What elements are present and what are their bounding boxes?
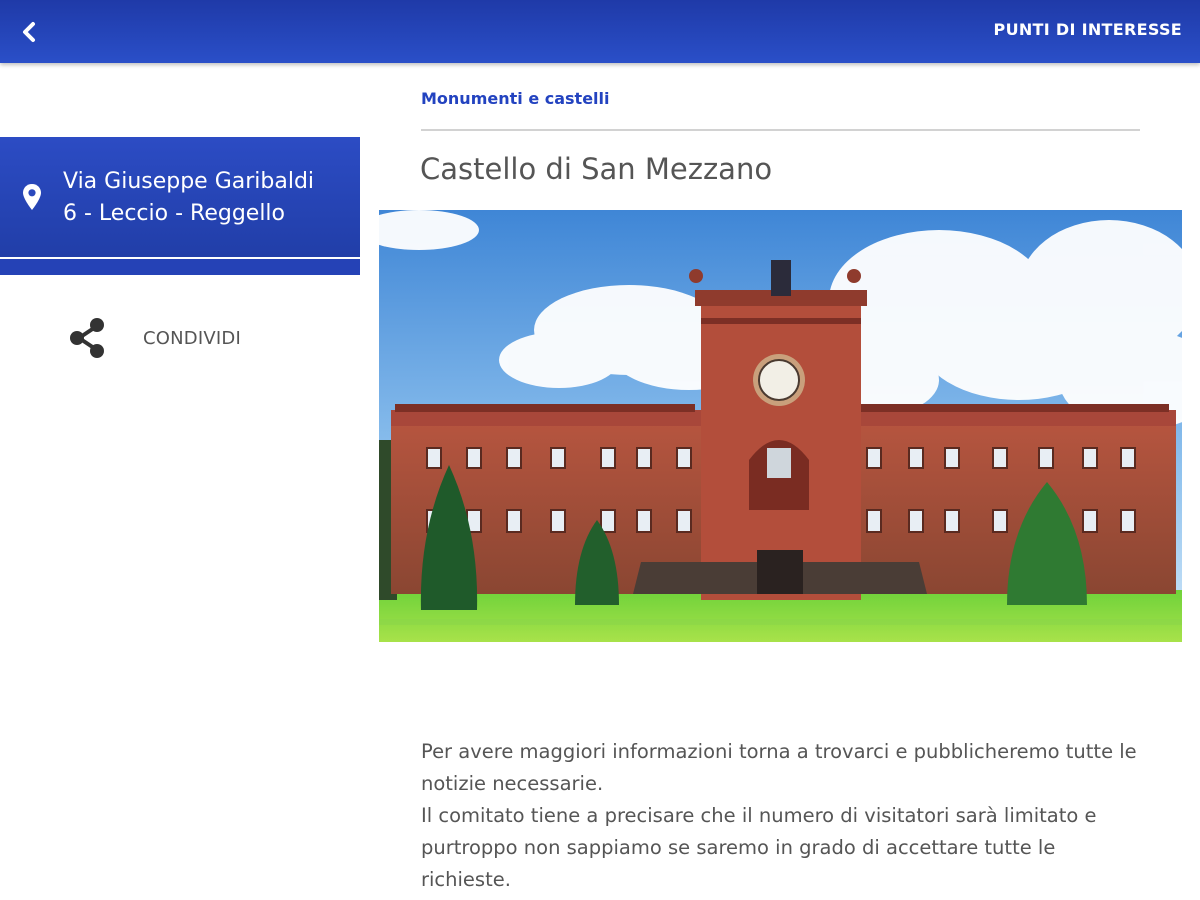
address-card-footer bbox=[0, 259, 360, 275]
description: Per avere maggiori informazioni torna a … bbox=[421, 736, 1141, 896]
chevron-left-icon bbox=[23, 22, 35, 42]
page-title: PUNTI DI INTERESSE bbox=[993, 20, 1182, 39]
back-button[interactable] bbox=[10, 12, 50, 52]
top-app-bar: PUNTI DI INTERESSE bbox=[0, 0, 1200, 63]
title-divider bbox=[421, 129, 1140, 131]
map-pin-icon bbox=[23, 184, 41, 210]
address-text: Via Giuseppe Garibaldi 6 - Leccio - Regg… bbox=[63, 166, 353, 230]
castle-photo bbox=[379, 210, 1182, 642]
category-link[interactable]: Monumenti e castelli bbox=[421, 89, 610, 108]
share-label: CONDIVIDI bbox=[143, 327, 241, 349]
poi-title: Castello di San Mezzano bbox=[420, 152, 773, 186]
share-button[interactable]: CONDIVIDI bbox=[66, 316, 326, 360]
address-line-2: 6 - Leccio - Reggello bbox=[63, 201, 285, 226]
share-icon bbox=[70, 318, 104, 358]
description-paragraph: Per avere maggiori informazioni torna a … bbox=[421, 740, 1137, 795]
address-line-1: Via Giuseppe Garibaldi bbox=[63, 169, 315, 194]
description-paragraph: Il comitato tiene a precisare che il num… bbox=[421, 804, 1097, 891]
